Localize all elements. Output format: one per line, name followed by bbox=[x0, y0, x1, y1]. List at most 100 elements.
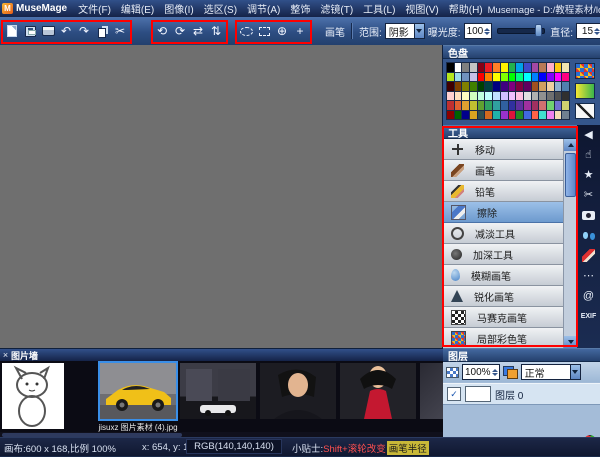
color-swatch-2-4[interactable] bbox=[478, 82, 485, 91]
color-swatch-0-7[interactable] bbox=[501, 63, 508, 72]
color-swatch-5-6[interactable] bbox=[493, 111, 500, 120]
color-swatch-3-9[interactable] bbox=[516, 92, 523, 101]
color-swatch-3-5[interactable] bbox=[485, 92, 492, 101]
color-swatch-3-3[interactable] bbox=[470, 92, 477, 101]
color-swatch-0-15[interactable] bbox=[562, 63, 569, 72]
color-swatch-3-2[interactable] bbox=[462, 92, 469, 101]
color-swatch-4-5[interactable] bbox=[485, 101, 492, 110]
exposure-spinner[interactable] bbox=[484, 28, 490, 35]
color-swatch-0-4[interactable] bbox=[478, 63, 485, 72]
ellipse-select-icon[interactable] bbox=[238, 21, 254, 41]
color-swatch-4-13[interactable] bbox=[547, 101, 554, 110]
color-swatch-0-11[interactable] bbox=[532, 63, 539, 72]
color-swatch-2-7[interactable] bbox=[501, 82, 508, 91]
tool-item-pencil[interactable]: 铅笔 bbox=[443, 181, 564, 202]
menu-item-1[interactable]: 编辑(E) bbox=[116, 1, 159, 16]
color-swatch-2-9[interactable] bbox=[516, 82, 523, 91]
color-swatch-3-14[interactable] bbox=[555, 92, 562, 101]
color-swatch-1-3[interactable] bbox=[470, 73, 477, 82]
menu-item-2[interactable]: 图像(I) bbox=[159, 1, 198, 16]
color-swatch-1-7[interactable] bbox=[501, 73, 508, 82]
color-swatch-1-15[interactable] bbox=[562, 73, 569, 82]
more-dots-icon[interactable]: ⋯ bbox=[583, 270, 594, 282]
color-swatch-5-15[interactable] bbox=[562, 111, 569, 120]
color-swatch-0-9[interactable] bbox=[516, 63, 523, 72]
color-swatch-5-0[interactable] bbox=[447, 111, 454, 120]
at-icon[interactable]: @ bbox=[583, 290, 594, 302]
color-swatch-1-12[interactable] bbox=[539, 73, 546, 82]
tool-item-dodge[interactable]: 减淡工具 bbox=[443, 223, 564, 244]
blend-mode-select[interactable]: 正常 bbox=[521, 364, 581, 380]
pan-icon[interactable]: + bbox=[292, 21, 308, 41]
rotate-left-icon[interactable]: ⟲ bbox=[154, 21, 170, 41]
color-swatch-4-1[interactable] bbox=[455, 101, 462, 110]
rotate-right-icon[interactable]: ⟳ bbox=[172, 21, 188, 41]
exposure-slider[interactable] bbox=[497, 28, 545, 34]
layer-row[interactable]: 图层 0 bbox=[443, 383, 600, 405]
color-swatch-3-4[interactable] bbox=[478, 92, 485, 101]
camera-icon[interactable] bbox=[582, 209, 595, 221]
color-swatch-5-9[interactable] bbox=[516, 111, 523, 120]
thumbnail-portrait-red[interactable] bbox=[340, 363, 416, 419]
scroll-down-icon[interactable] bbox=[564, 336, 577, 348]
ink-drops-icon[interactable] bbox=[583, 229, 595, 241]
curves-icon[interactable] bbox=[575, 103, 595, 119]
rect-select-icon[interactable] bbox=[256, 21, 272, 41]
tool-item-eraser[interactable]: 擦除 bbox=[443, 202, 564, 223]
color-swatch-3-7[interactable] bbox=[501, 92, 508, 101]
menu-item-9[interactable]: 帮助(H) bbox=[444, 1, 488, 16]
exif-icon[interactable]: EXIF bbox=[581, 310, 597, 322]
color-swatch-3-13[interactable] bbox=[547, 92, 554, 101]
color-swatch-3-0[interactable] bbox=[447, 92, 454, 101]
tool-item-move[interactable]: 移动 bbox=[443, 139, 564, 160]
thumbnail-showroom[interactable] bbox=[180, 363, 256, 419]
tool-item-sharpen[interactable]: 锐化画笔 bbox=[443, 286, 564, 307]
color-swatch-4-11[interactable] bbox=[532, 101, 539, 110]
tool-item-blur[interactable]: 模糊画笔 bbox=[443, 265, 564, 286]
color-swatch-4-14[interactable] bbox=[555, 101, 562, 110]
menu-item-3[interactable]: 选区(S) bbox=[199, 1, 242, 16]
color-swatch-5-4[interactable] bbox=[478, 111, 485, 120]
color-swatch-2-14[interactable] bbox=[555, 82, 562, 91]
collapse-arrow-icon[interactable]: ◀ bbox=[584, 129, 592, 141]
save-icon[interactable] bbox=[22, 21, 38, 41]
color-swatch-1-11[interactable] bbox=[532, 73, 539, 82]
slider-thumb[interactable] bbox=[535, 24, 542, 37]
color-swatch-5-1[interactable] bbox=[455, 111, 462, 120]
thumbnail-yellow-car[interactable] bbox=[100, 363, 176, 419]
menu-item-7[interactable]: 工具(L) bbox=[358, 1, 400, 16]
wand-icon[interactable]: ★ bbox=[584, 169, 594, 181]
menu-item-8[interactable]: 视图(V) bbox=[400, 1, 443, 16]
color-swatch-2-2[interactable] bbox=[462, 82, 469, 91]
color-swatch-3-12[interactable] bbox=[539, 92, 546, 101]
diameter-spinner[interactable] bbox=[594, 28, 600, 35]
color-swatch-5-13[interactable] bbox=[547, 111, 554, 120]
thumbnail-portrait-dark[interactable] bbox=[260, 363, 336, 419]
color-swatch-5-7[interactable] bbox=[501, 111, 508, 120]
tools-scrollbar[interactable] bbox=[563, 139, 577, 348]
color-swatch-5-2[interactable] bbox=[462, 111, 469, 120]
color-swatch-0-13[interactable] bbox=[547, 63, 554, 72]
thumbnail-partial[interactable] bbox=[420, 363, 443, 419]
color-swatch-4-9[interactable] bbox=[516, 101, 523, 110]
color-swatch-2-11[interactable] bbox=[532, 82, 539, 91]
color-swatch-4-6[interactable] bbox=[493, 101, 500, 110]
color-swatch-5-5[interactable] bbox=[485, 111, 492, 120]
gradient-icon[interactable] bbox=[575, 83, 595, 99]
color-swatch-4-2[interactable] bbox=[462, 101, 469, 110]
range-select[interactable]: 阴影 bbox=[385, 23, 425, 39]
color-swatch-0-3[interactable] bbox=[470, 63, 477, 72]
menu-item-4[interactable]: 调节(A) bbox=[242, 1, 285, 16]
color-swatch-4-4[interactable] bbox=[478, 101, 485, 110]
color-swatch-1-13[interactable] bbox=[547, 73, 554, 82]
flip-horizontal-icon[interactable]: ⇄ bbox=[190, 21, 206, 41]
color-swatch-3-8[interactable] bbox=[509, 92, 516, 101]
color-swatch-1-2[interactable] bbox=[462, 73, 469, 82]
color-swatch-4-7[interactable] bbox=[501, 101, 508, 110]
color-swatch-0-1[interactable] bbox=[455, 63, 462, 72]
print-icon[interactable] bbox=[40, 21, 56, 41]
opacity-input[interactable]: 100% bbox=[462, 364, 500, 380]
color-swatch-0-10[interactable] bbox=[524, 63, 531, 72]
exposure-input[interactable]: 100 bbox=[464, 23, 493, 39]
color-swatch-1-8[interactable] bbox=[509, 73, 516, 82]
